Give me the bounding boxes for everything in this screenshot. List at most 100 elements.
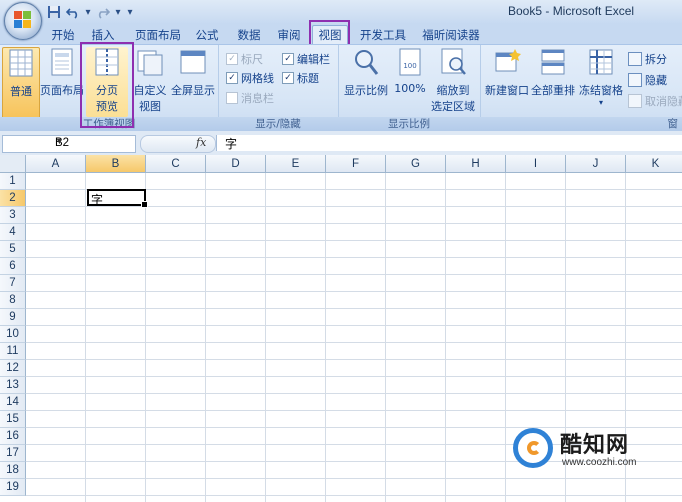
zoom-to-selection-label-2: 选定区域 [431,100,475,113]
zoom-to-selection-button[interactable]: 缩放到 选定区域 [428,47,478,114]
grid-row-line [26,206,682,207]
arrange-all-icon [541,49,565,75]
column-header-g[interactable]: G [386,155,446,173]
row-header-9[interactable]: 9 [0,309,26,326]
workbook-views-group-label: 工作簿视图 [0,117,218,131]
tab-page-layout[interactable]: 页面布局 [128,26,188,44]
formula-bar-checkbox[interactable]: ✓ 编辑栏 [282,51,330,67]
headings-label: 标题 [297,72,319,85]
row-header-12[interactable]: 12 [0,360,26,377]
custom-views-button[interactable]: 自定义 视图 [130,47,170,114]
formula-content: 字 [225,137,238,151]
message-bar-checkbox[interactable]: 消息栏 [226,90,274,106]
office-logo-icon [14,11,32,29]
watermark-url: www.coozhi.com [562,457,637,468]
page-layout-label: 页面布局 [40,84,84,97]
new-window-icon [495,49,521,72]
zoom-group-label: 显示比例 [338,117,480,131]
normal-view-button[interactable]: 普通 [2,47,40,119]
column-header-i[interactable]: I [506,155,566,173]
page-break-preview-icon [95,48,119,76]
row-header-14[interactable]: 14 [0,394,26,411]
hide-icon [628,73,642,87]
column-header-f[interactable]: F [326,155,386,173]
row-header-2[interactable]: 2 [0,190,26,207]
row-header-11[interactable]: 11 [0,343,26,360]
undo-dropdown-icon[interactable]: ▾ [84,4,92,20]
tab-data[interactable]: 数据 [232,26,266,44]
split-icon [628,52,642,66]
custom-views-label-2: 视图 [139,100,161,113]
column-header-e[interactable]: E [266,155,326,173]
freeze-panes-button[interactable]: 冻结窗格 ▾ [576,47,626,107]
page-layout-view-button[interactable]: 页面布局 [40,47,84,98]
column-header-j[interactable]: J [566,155,626,173]
row-header-5[interactable]: 5 [0,241,26,258]
tab-view[interactable]: 视图 [312,25,348,44]
row-header-13[interactable]: 13 [0,377,26,394]
select-all-corner[interactable] [0,155,26,173]
arrange-all-button[interactable]: 全部重排 [530,47,576,98]
gridlines-checkbox[interactable]: ✓ 网格线 [226,70,274,86]
row-header-18[interactable]: 18 [0,462,26,479]
grid-row-line [26,308,682,309]
row-header-4[interactable]: 4 [0,224,26,241]
grid-row-line [26,410,682,411]
name-box[interactable]: B2 ▼ [2,135,136,153]
tab-foxit-reader[interactable]: 福昕阅读器 [418,26,484,44]
group-workbook-views: 普通 页面布局 分页 预览 自定义 视图 全屏显示 工作簿视图 [0,45,219,131]
column-header-d[interactable]: D [206,155,266,173]
column-header-h[interactable]: H [446,155,506,173]
redo-icon[interactable] [95,4,111,20]
row-header-8[interactable]: 8 [0,292,26,309]
row-header-15[interactable]: 15 [0,411,26,428]
undo-icon[interactable] [65,4,81,20]
row-header-1[interactable]: 1 [0,173,26,190]
ruler-checkbox[interactable]: ✓ 标尺 [226,51,263,67]
headings-checkbox[interactable]: ✓ 标题 [282,70,319,86]
row-header-3[interactable]: 3 [0,207,26,224]
column-header-b[interactable]: B [86,155,146,173]
fullscreen-label: 全屏显示 [171,84,215,97]
tab-home[interactable]: 开始 [46,26,80,44]
customize-toolbar-icon[interactable]: ▾ [125,4,135,20]
zoom-button[interactable]: 显示比例 [342,47,390,98]
column-header-c[interactable]: C [146,155,206,173]
row-header-19[interactable]: 19 [0,479,26,496]
hide-button[interactable]: 隐藏 [628,72,667,88]
active-cell-b2[interactable]: 字 [87,189,148,208]
grid-row-line [26,376,682,377]
fullscreen-button[interactable]: 全屏显示 [170,47,216,98]
row-header-7[interactable]: 7 [0,275,26,292]
tab-insert[interactable]: 插入 [86,26,120,44]
row-header-10[interactable]: 10 [0,326,26,343]
row-header-16[interactable]: 16 [0,428,26,445]
row-header-17[interactable]: 17 [0,445,26,462]
zoom-100-button[interactable]: 100 100% [392,47,428,95]
office-button[interactable] [4,2,42,40]
row-header-6[interactable]: 6 [0,258,26,275]
insert-function-icon[interactable]: fx [196,136,206,149]
fill-handle[interactable] [141,201,148,208]
unhide-button[interactable]: 取消隐藏 [628,93,682,109]
tab-formulas[interactable]: 公式 [190,26,224,44]
normal-view-icon [9,49,33,77]
column-header-k[interactable]: K [626,155,682,173]
new-window-button[interactable]: 新建窗口 [484,47,530,98]
name-box-dropdown-icon[interactable]: ▼ [55,136,132,146]
page-break-preview-button[interactable]: 分页 预览 [86,47,128,117]
zoom-100-icon: 100 [399,48,421,76]
group-show-hide: ✓ 标尺 ✓ 编辑栏 ✓ 网格线 ✓ 标题 消息栏 显示/隐藏 [218,45,339,131]
redo-dropdown-icon[interactable]: ▾ [114,4,122,20]
freeze-panes-icon [589,49,613,75]
window-title: Book5 - Microsoft Excel [508,4,635,18]
tab-developer[interactable]: 开发工具 [354,26,412,44]
split-button[interactable]: 拆分 [628,51,667,67]
column-header-a[interactable]: A [26,155,86,173]
grid-row-line [26,342,682,343]
tab-review[interactable]: 审阅 [272,26,306,44]
ruler-check-icon: ✓ [226,53,238,65]
formula-input[interactable]: 字 [216,135,682,151]
coozhi-logo-icon [513,428,553,468]
save-icon[interactable] [46,4,62,20]
